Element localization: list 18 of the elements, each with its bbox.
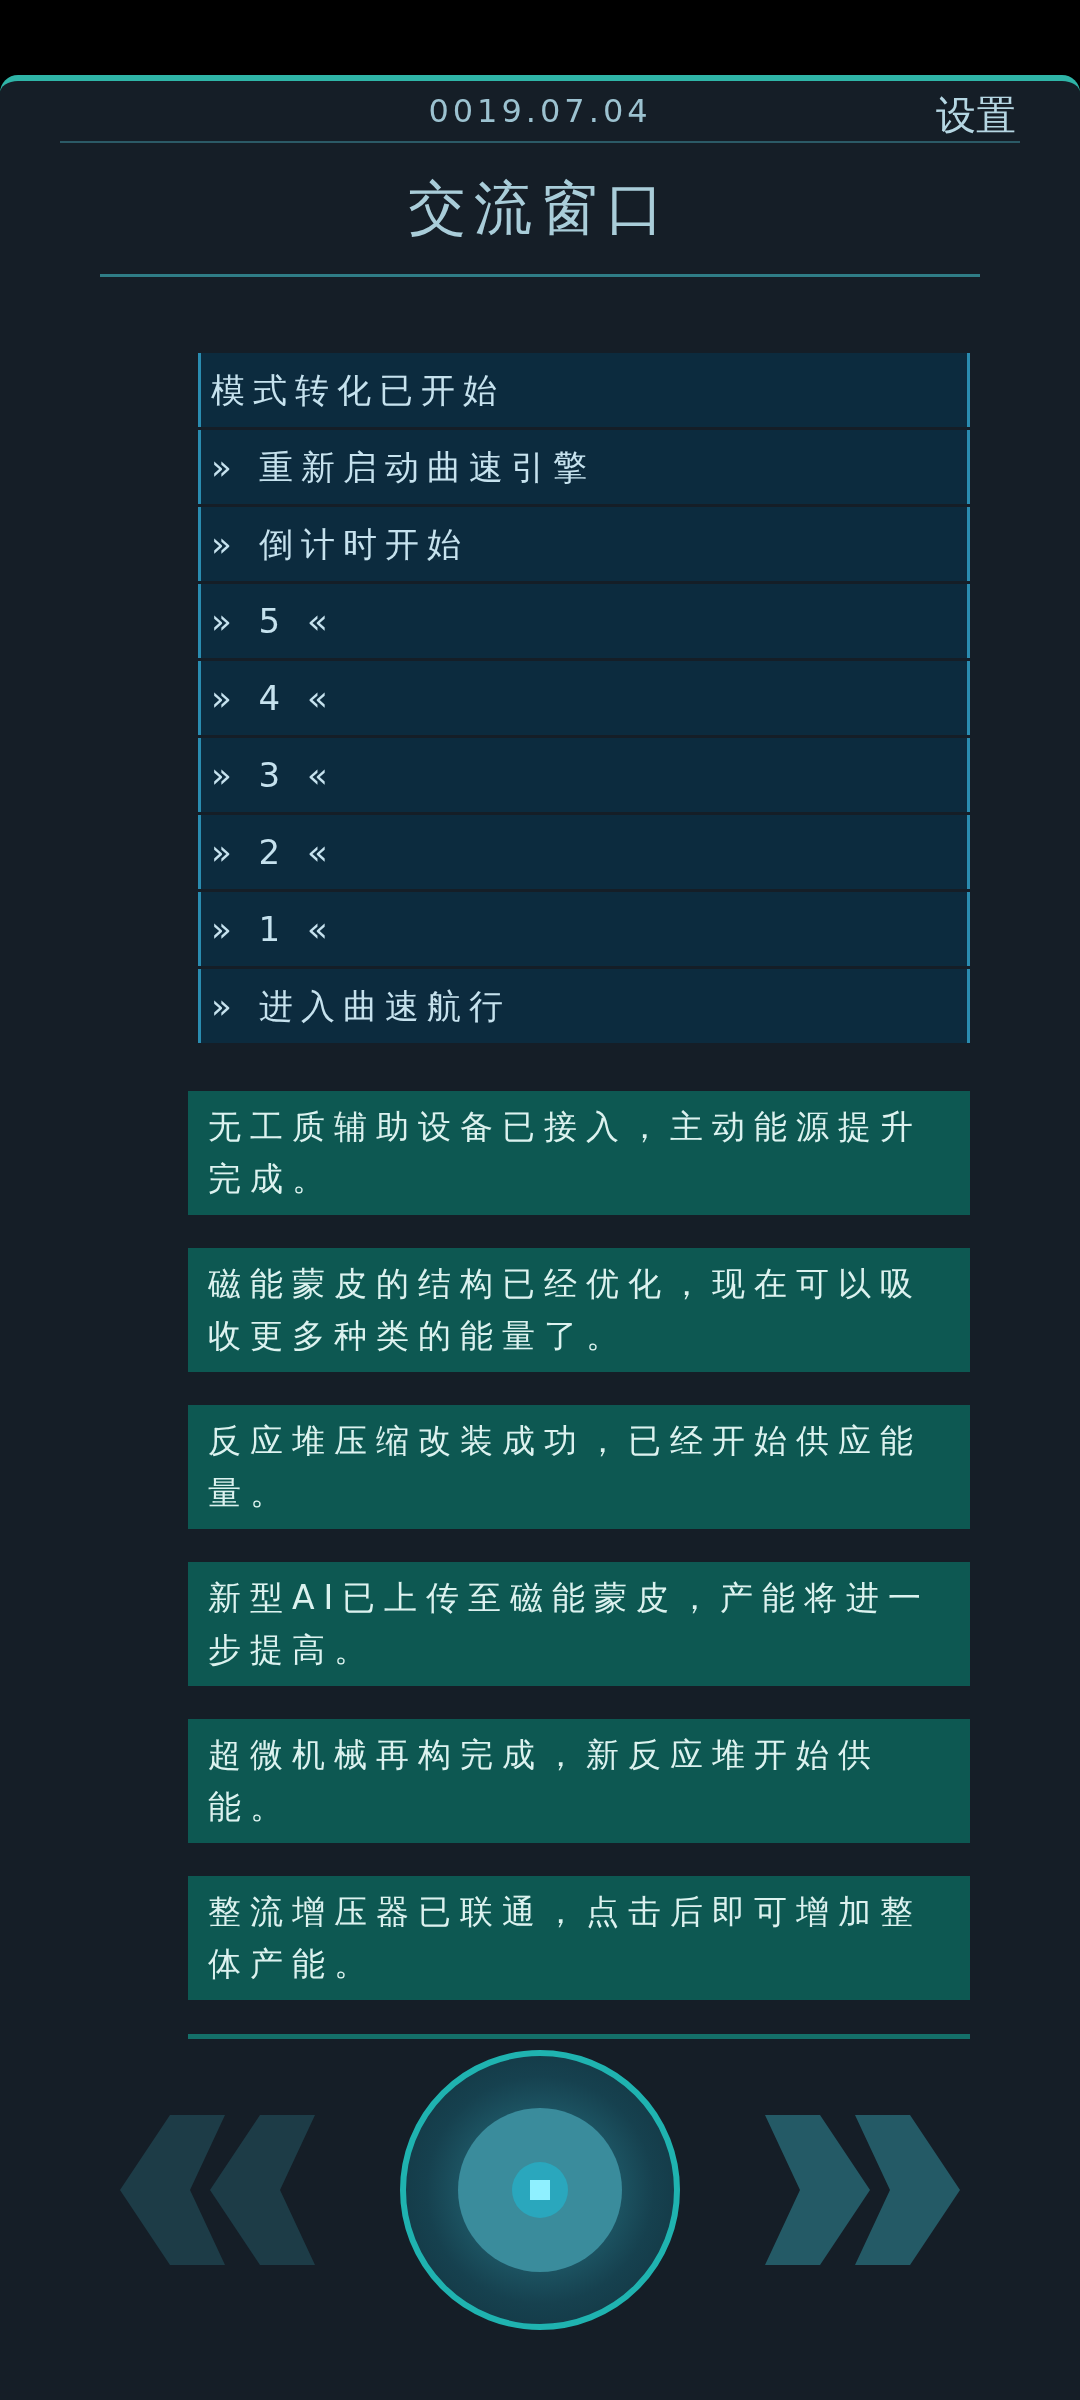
log-row: » 1 « <box>198 892 970 966</box>
message-card: 新型AI已上传至磁能蒙皮，产能将进一步提高。 <box>188 1562 970 1686</box>
log-row: » 倒计时开始 <box>198 507 970 581</box>
message-card: 整流增压器已联通，点击后即可增加整体产能。 <box>188 1876 970 2000</box>
message-card: 反应堆压缩改装成功，已经开始供应能量。 <box>188 1405 970 1529</box>
message-card: 磁能蒙皮的结构已经优化，现在可以吸收更多种类的能量了。 <box>188 1248 970 1372</box>
date-text: 0019.07.04 <box>428 91 652 132</box>
settings-button[interactable]: 设置 <box>936 85 1016 145</box>
message-card: 无工质辅助设备已接入，主动能源提升完成。 <box>188 1091 970 1215</box>
log-row: » 4 « <box>198 661 970 735</box>
log-row: » 3 « <box>198 738 970 812</box>
log-row: » 进入曲速航行 <box>198 969 970 1043</box>
log-row: 模式转化已开始 <box>198 353 970 427</box>
log-row: » 5 « <box>198 584 970 658</box>
message-card: 超微机械再构完成，新反应堆开始供能。 <box>188 1719 970 1843</box>
window-title: 交流窗口 <box>408 173 672 244</box>
log-row: » 2 « <box>198 815 970 889</box>
log-row: » 重新启动曲速引擎 <box>198 430 970 504</box>
